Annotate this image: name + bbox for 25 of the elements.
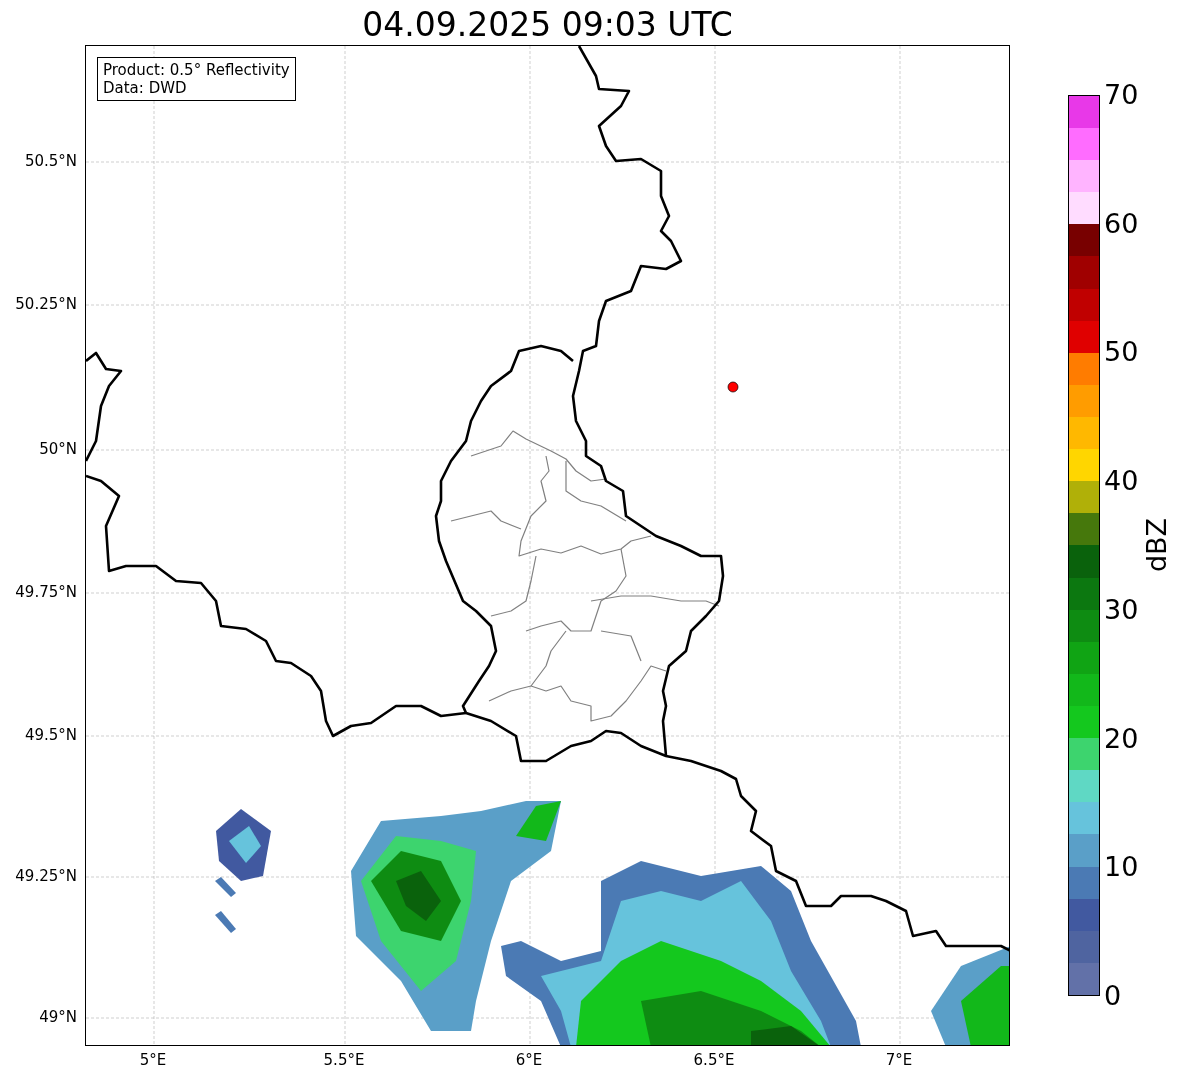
axis-tick-label: 50°N <box>39 440 77 458</box>
radar-site-marker <box>727 381 739 393</box>
colorbar-tick-label: 20 <box>1103 723 1139 754</box>
colorbar-tick-label: 40 <box>1103 466 1139 497</box>
legend-text: Product: 0.5° Reflectivity <box>103 61 290 79</box>
colorbar-tick-label: 70 <box>1103 80 1139 110</box>
axis-tick-label: 49°N <box>39 1008 77 1026</box>
colorbar-tick-label: 0 <box>1103 981 1122 1011</box>
axis-tick-label: 49.5°N <box>24 726 77 744</box>
axis-tick-label: 50.25°N <box>15 295 77 313</box>
axis-tick-label: 50.5°N <box>24 152 77 170</box>
axis-tick-label: 6.5°E <box>693 1051 735 1069</box>
axis-tick-label: 6°E <box>515 1051 543 1069</box>
axis-tick-label: 5°E <box>139 1051 167 1069</box>
colorbar-tick-label: 50 <box>1103 337 1139 368</box>
chart-title: 04.09.2025 09:03 UTC <box>361 4 734 45</box>
colorbar-label: dBZ <box>1140 517 1172 573</box>
colorbar-tick-label: 60 <box>1103 208 1139 239</box>
axis-tick-label: 7°E <box>885 1051 913 1069</box>
legend-text: Data: DWD <box>103 79 188 97</box>
colorbar-tick-label: 30 <box>1103 594 1139 625</box>
colorbar-tick-label: 10 <box>1103 852 1139 883</box>
axis-tick-label: 5.5°E <box>323 1051 365 1069</box>
axis-tick-label: 49.25°N <box>15 867 77 885</box>
axis-tick-label: 49.75°N <box>15 583 77 601</box>
